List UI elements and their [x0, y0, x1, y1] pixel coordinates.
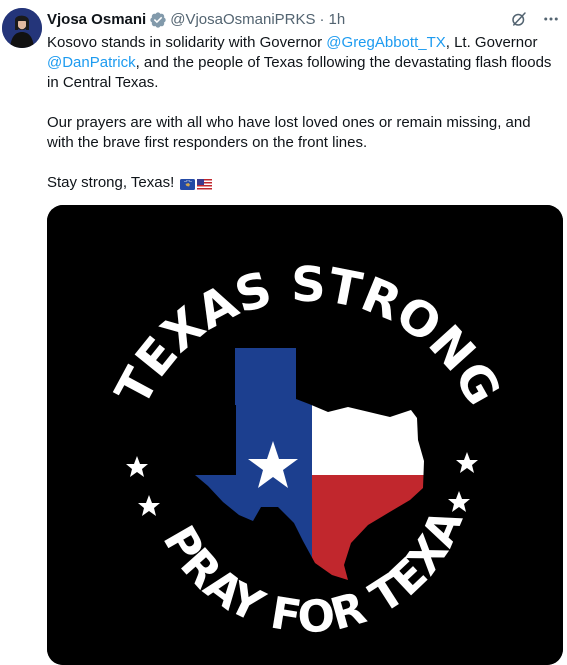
mention-greg-abbott[interactable]: @GregAbbott_TX	[326, 34, 445, 51]
grok-icon[interactable]	[509, 9, 529, 29]
header-actions	[509, 9, 561, 29]
mention-dan-patrick[interactable]: @DanPatrick	[47, 54, 136, 71]
tweet-paragraph-2: Our prayers are with all who have lost l…	[47, 114, 531, 151]
tweet-paragraph-1: Kosovo stands in solidarity with Governo…	[47, 33, 559, 93]
tweet-text-segment: Stay strong, Texas!	[47, 174, 179, 191]
tweet[interactable]: Vjosa Osmani @VjosaOsmaniPRKS · 1h Kosov…	[0, 0, 567, 665]
display-name[interactable]: Vjosa Osmani	[47, 10, 146, 30]
tweet-text-segment: , Lt. Governor	[445, 34, 538, 51]
timestamp[interactable]: 1h	[329, 10, 346, 30]
kosovo-flag-icon	[180, 176, 196, 190]
more-horizontal-icon[interactable]	[541, 9, 561, 29]
us-flag-icon	[197, 176, 213, 190]
tweet-text: Kosovo stands in solidarity with Governo…	[47, 33, 559, 193]
verified-badge-icon	[149, 11, 167, 29]
avatar[interactable]	[2, 8, 42, 48]
tweet-text-segment: Kosovo stands in solidarity with Governo…	[47, 34, 327, 51]
tweet-paragraph-3: Stay strong, Texas!	[47, 173, 559, 193]
separator-dot: ·	[319, 11, 325, 28]
tweet-image[interactable]: TEXAS STRONG # PRAY FOR TEXAS	[47, 205, 563, 665]
handle[interactable]: @VjosaOsmaniPRKS	[170, 10, 315, 30]
tweet-header: Vjosa Osmani @VjosaOsmaniPRKS · 1h	[47, 9, 567, 31]
